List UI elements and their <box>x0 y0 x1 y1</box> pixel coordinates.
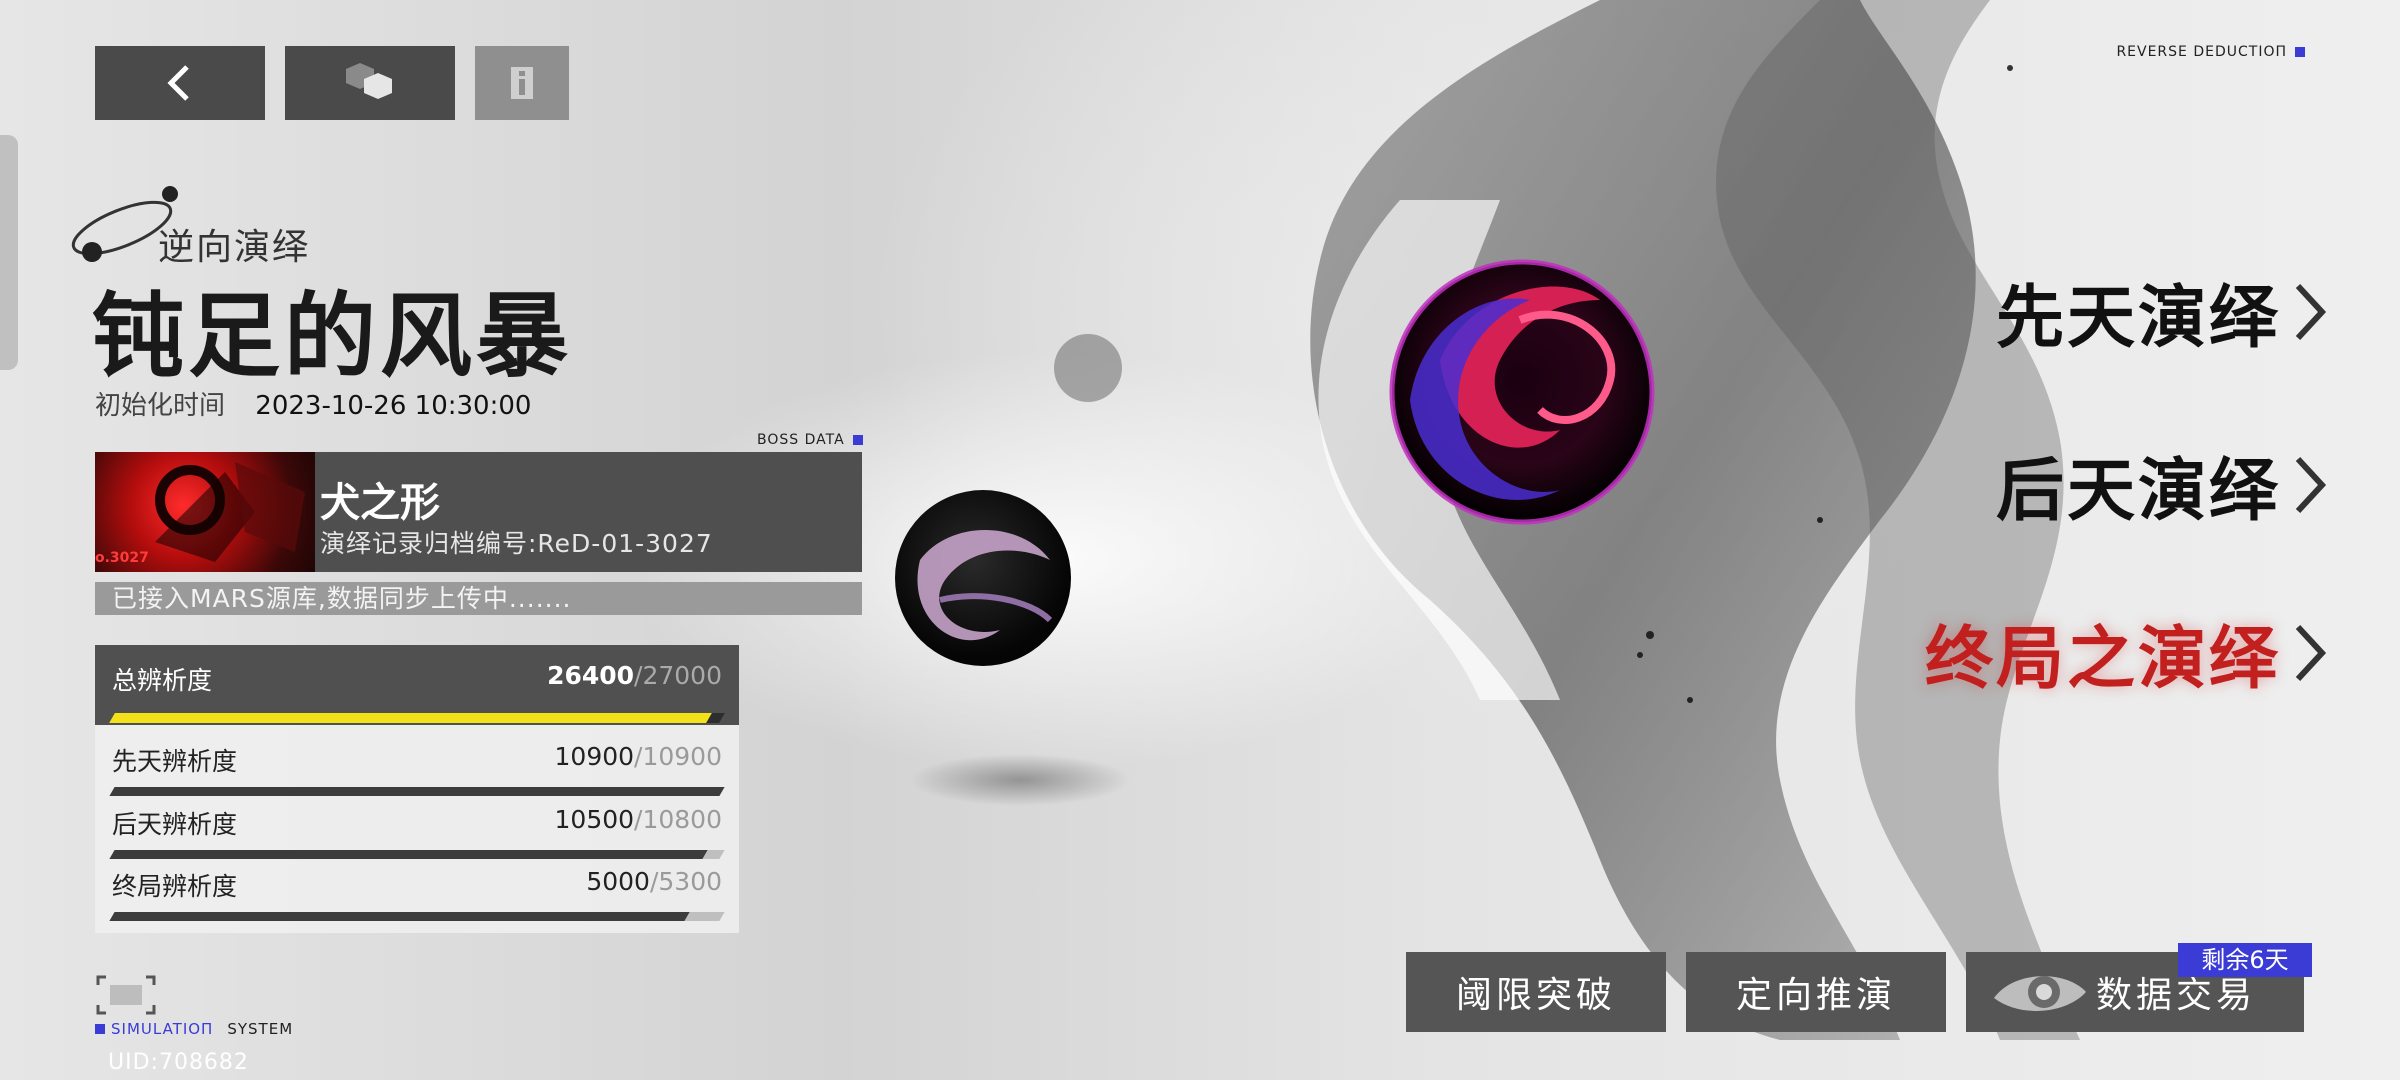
boss-card[interactable]: no.3027 犬之形 演绎记录归档编号:ReD-01-3027 <box>95 452 862 572</box>
init-time-label: 初始化时间 <box>95 391 226 421</box>
init-time: 初始化时间 2023-10-26 10:30:00 <box>95 385 531 422</box>
resolution-max: /27000 <box>634 661 722 690</box>
boss-number: no.3027 <box>95 550 149 566</box>
boss-data-tag: BOSS DATA <box>757 432 863 448</box>
eye-icon <box>1994 976 2086 1011</box>
resolution-progress-fill <box>109 912 690 921</box>
chevron-right-icon <box>2295 456 2327 513</box>
back-arrow-icon <box>167 65 189 101</box>
resolution-current: 5000 <box>586 867 650 896</box>
chevron-right-icon <box>2295 283 2327 340</box>
resolution-current: 10500 <box>554 805 635 834</box>
reverse-deduction-label: REVERSE DEDUCTIOΠ <box>2116 44 2287 60</box>
resolution-value: 5000/5300 <box>586 867 722 896</box>
back-button[interactable] <box>95 46 265 120</box>
resolution-progress-track <box>109 713 725 723</box>
mode-label: 先天演绎 <box>1995 278 2280 358</box>
system-label: SYSTEM <box>227 1020 294 1038</box>
resolution-current: 10900 <box>554 742 635 771</box>
resolution-max: /10800 <box>634 805 722 834</box>
mode-label: 终局之演绎 <box>1924 619 2280 699</box>
mode-label: 后天演绎 <box>1995 451 2280 531</box>
resolution-progress-fill <box>109 787 725 796</box>
info-icon <box>511 67 533 99</box>
threshold-break-button[interactable]: 阈限突破 <box>1406 952 1666 1032</box>
mode-innate-deduction[interactable]: 先天演绎 <box>1996 262 2330 361</box>
resolution-value: 10900/10900 <box>555 742 722 771</box>
resolution-label: 先天辨析度 <box>112 747 238 776</box>
qr-icon[interactable] <box>96 975 156 1015</box>
resolution-label: 总辨析度 <box>112 666 213 695</box>
cubes-icon <box>346 63 392 99</box>
simulation-system-tag: SIMULATIOΠ SYSTEM <box>95 1020 293 1038</box>
resolution-max: /5300 <box>649 867 722 896</box>
mode-final-deduction[interactable]: 终局之演绎 <box>1925 603 2330 702</box>
resolution-value: 26400/27000 <box>547 661 722 690</box>
tag-square-icon <box>2295 47 2305 57</box>
mode-acquired-deduction[interactable]: 后天演绎 <box>1996 435 2330 534</box>
simulation-label: SIMULATIOΠ <box>111 1020 214 1038</box>
boss-data-label: BOSS DATA <box>757 432 845 448</box>
remaining-days-badge: 剩余6天 <box>2178 943 2312 977</box>
stage-title: 钝足的风暴 <box>92 282 573 390</box>
side-drawer-handle[interactable] <box>0 135 18 370</box>
resolution-progress-track <box>109 850 725 859</box>
reverse-deduction-tag: REVERSE DEDUCTIOΠ <box>2116 44 2305 60</box>
info-button[interactable] <box>475 46 569 120</box>
resolution-panel: 总辨析度 26400/27000 先天辨析度 10900/10900 后天辨析度… <box>95 645 739 933</box>
tag-square-icon <box>95 1024 105 1034</box>
resolution-progress-fill <box>109 713 712 723</box>
resolution-progress-track <box>109 787 725 796</box>
tag-square-icon <box>852 435 863 445</box>
resolution-progress-fill <box>109 850 708 859</box>
resolution-value: 10500/10800 <box>555 805 722 834</box>
directed-deduction-button[interactable]: 定向推演 <box>1686 952 1946 1032</box>
resolution-label: 终局辨析度 <box>112 872 238 901</box>
cubes-button[interactable] <box>285 46 455 120</box>
sync-status-bar: 已接入MARS源库,数据同步上传中....... <box>95 582 862 615</box>
chevron-right-icon <box>2295 624 2327 681</box>
resolution-current: 26400 <box>547 661 635 690</box>
boss-name: 犬之形 <box>320 480 440 526</box>
init-time-value: 2023-10-26 10:30:00 <box>255 391 532 421</box>
resolution-max: /10900 <box>634 742 722 771</box>
user-uid: UID:708682 <box>108 1050 249 1075</box>
resolution-label: 后天辨析度 <box>112 810 238 839</box>
boss-archive-code: 演绎记录归档编号:ReD-01-3027 <box>320 529 713 558</box>
resolution-progress-track <box>109 912 725 921</box>
